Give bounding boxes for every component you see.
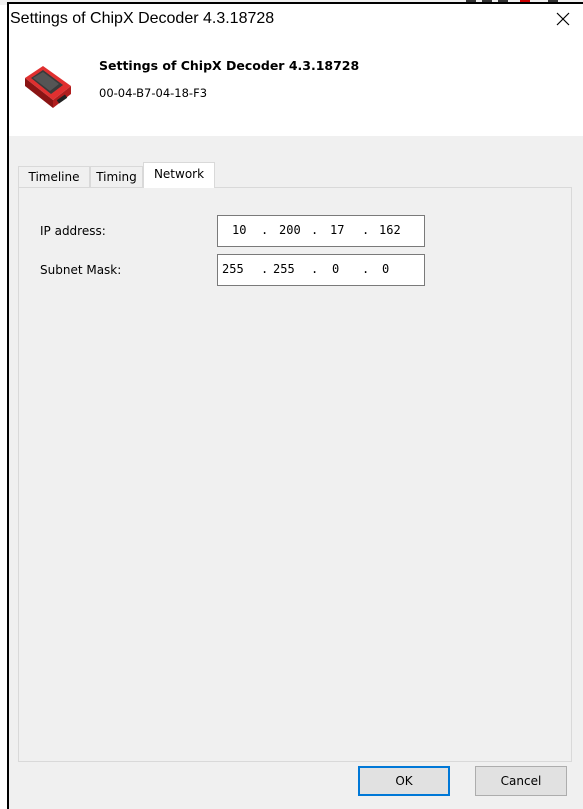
mask-separator: . [261,262,269,276]
settings-dialog: Settings of ChipX Decoder 4.3.18728 Sett… [7,2,583,809]
ok-button[interactable]: OK [358,766,450,796]
mask-octet-3: 0 [332,262,340,276]
device-title: Settings of ChipX Decoder 4.3.18728 [99,58,360,73]
subnet-mask-input[interactable]: 255 . 255 . 0 . 0 [217,254,425,286]
tab-timing[interactable]: Timing [90,166,143,187]
network-tab-panel: IP address: 10 . 200 . 17 . 162 Subnet M… [18,187,572,762]
dialog-header: Settings of ChipX Decoder 4.3.18728 00-0… [9,36,583,136]
close-button[interactable] [549,6,577,32]
ip-octet-1: 10 [232,223,247,237]
close-icon [556,12,570,26]
mask-separator: . [362,262,370,276]
ip-octet-3: 17 [330,223,345,237]
mask-separator: . [311,262,319,276]
subnet-mask-label: Subnet Mask: [40,263,122,277]
device-mac-address: 00-04-B7-04-18-F3 [99,86,208,100]
cancel-button[interactable]: Cancel [475,766,567,796]
ip-separator: . [362,223,370,237]
dialog-body: Timeline Timing Network IP address: 10 .… [9,136,583,809]
window-title: Settings of ChipX Decoder 4.3.18728 [10,10,275,27]
title-bar: Settings of ChipX Decoder 4.3.18728 [9,4,583,36]
usb-device-icon [25,66,71,108]
ip-separator: . [311,223,319,237]
ip-octet-4: 162 [379,223,401,237]
ip-separator: . [261,223,269,237]
mask-octet-2: 255 [273,262,295,276]
mask-octet-4: 0 [382,262,390,276]
ip-address-input[interactable]: 10 . 200 . 17 . 162 [217,215,425,247]
tab-network[interactable]: Network [143,162,215,188]
ip-octet-2: 200 [279,223,301,237]
tab-timeline[interactable]: Timeline [18,166,90,187]
mask-octet-1: 255 [222,262,244,276]
ip-address-label: IP address: [40,224,106,238]
